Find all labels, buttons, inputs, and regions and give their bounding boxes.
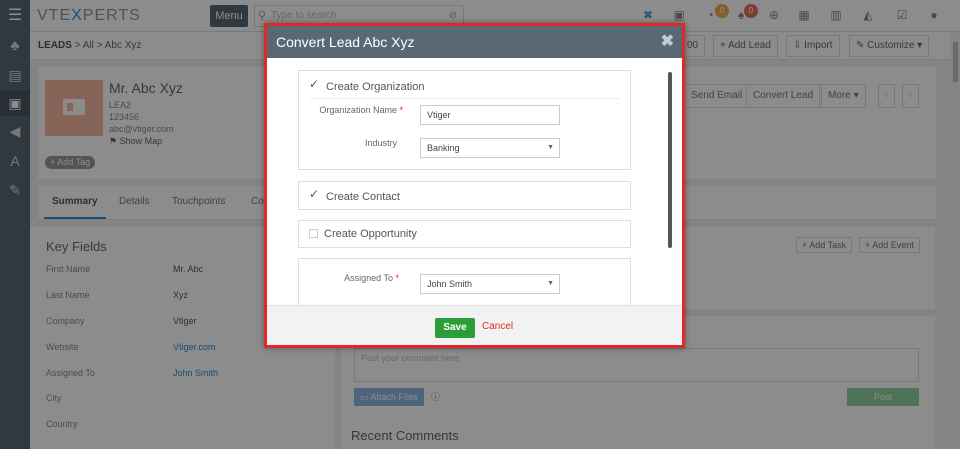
opportunity-section: Create Opportunity — [298, 220, 631, 248]
dialog-title: Convert Lead Abc Xyz — [276, 34, 415, 50]
close-icon[interactable]: ✖ — [661, 31, 674, 51]
contact-section: Create Contact — [298, 181, 631, 210]
dialog-scrollbar[interactable] — [668, 72, 672, 248]
unchecked-box-icon — [309, 229, 318, 238]
chevron-down-icon: ▼ — [547, 280, 554, 287]
organization-section: Create Organization Organization Name * … — [298, 70, 631, 170]
dialog-body: Create Organization Organization Name * … — [267, 58, 682, 305]
create-organization-checkbox[interactable]: Create Organization — [309, 77, 424, 93]
chevron-down-icon: ▼ — [547, 144, 554, 151]
section-divider — [309, 98, 620, 99]
assignment-section: Assigned To * John Smith ▼ — [298, 258, 631, 305]
industry-label: Industry — [364, 138, 397, 148]
save-button[interactable]: Save — [435, 318, 475, 338]
assigned-to-select[interactable]: John Smith ▼ — [420, 274, 560, 294]
dialog-header: Convert Lead Abc Xyz ✖ — [267, 26, 682, 58]
organization-name-label: Organization Name * — [319, 105, 403, 115]
dialog-footer: Save Cancel — [267, 305, 682, 345]
checkmark-icon — [309, 77, 320, 91]
assigned-to-label: Assigned To * — [344, 273, 399, 283]
industry-select[interactable]: Banking ▼ — [420, 138, 560, 158]
organization-name-input[interactable]: Vtiger — [420, 105, 560, 125]
create-opportunity-checkbox[interactable]: Create Opportunity — [309, 228, 417, 240]
convert-lead-dialog: Convert Lead Abc Xyz ✖ Create Organizati… — [264, 23, 685, 348]
checkmark-icon — [309, 187, 320, 201]
create-contact-checkbox[interactable]: Create Contact — [309, 187, 400, 203]
cancel-link[interactable]: Cancel — [482, 321, 513, 332]
